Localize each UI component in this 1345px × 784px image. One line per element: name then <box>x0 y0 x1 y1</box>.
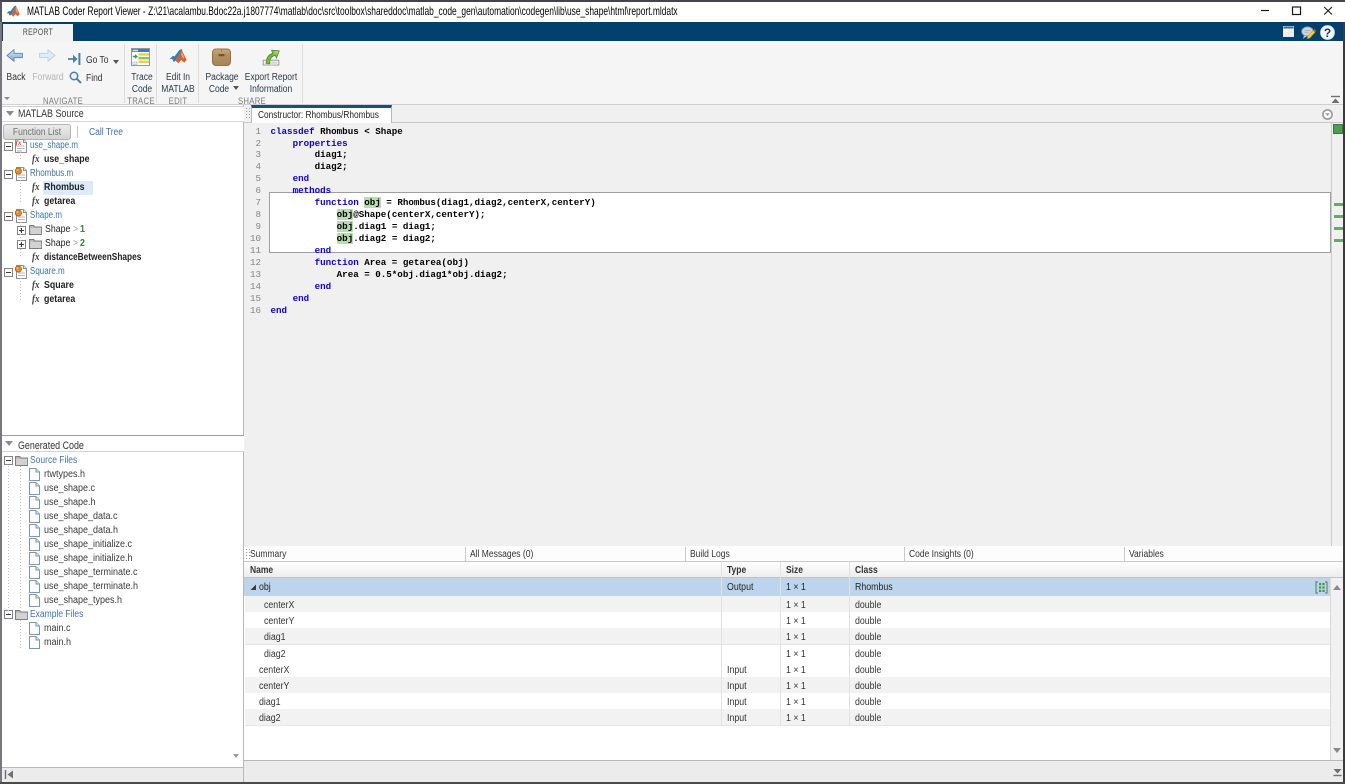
svg-text:fx: fx <box>15 139 21 147</box>
svg-text:?: ? <box>1324 26 1331 40</box>
